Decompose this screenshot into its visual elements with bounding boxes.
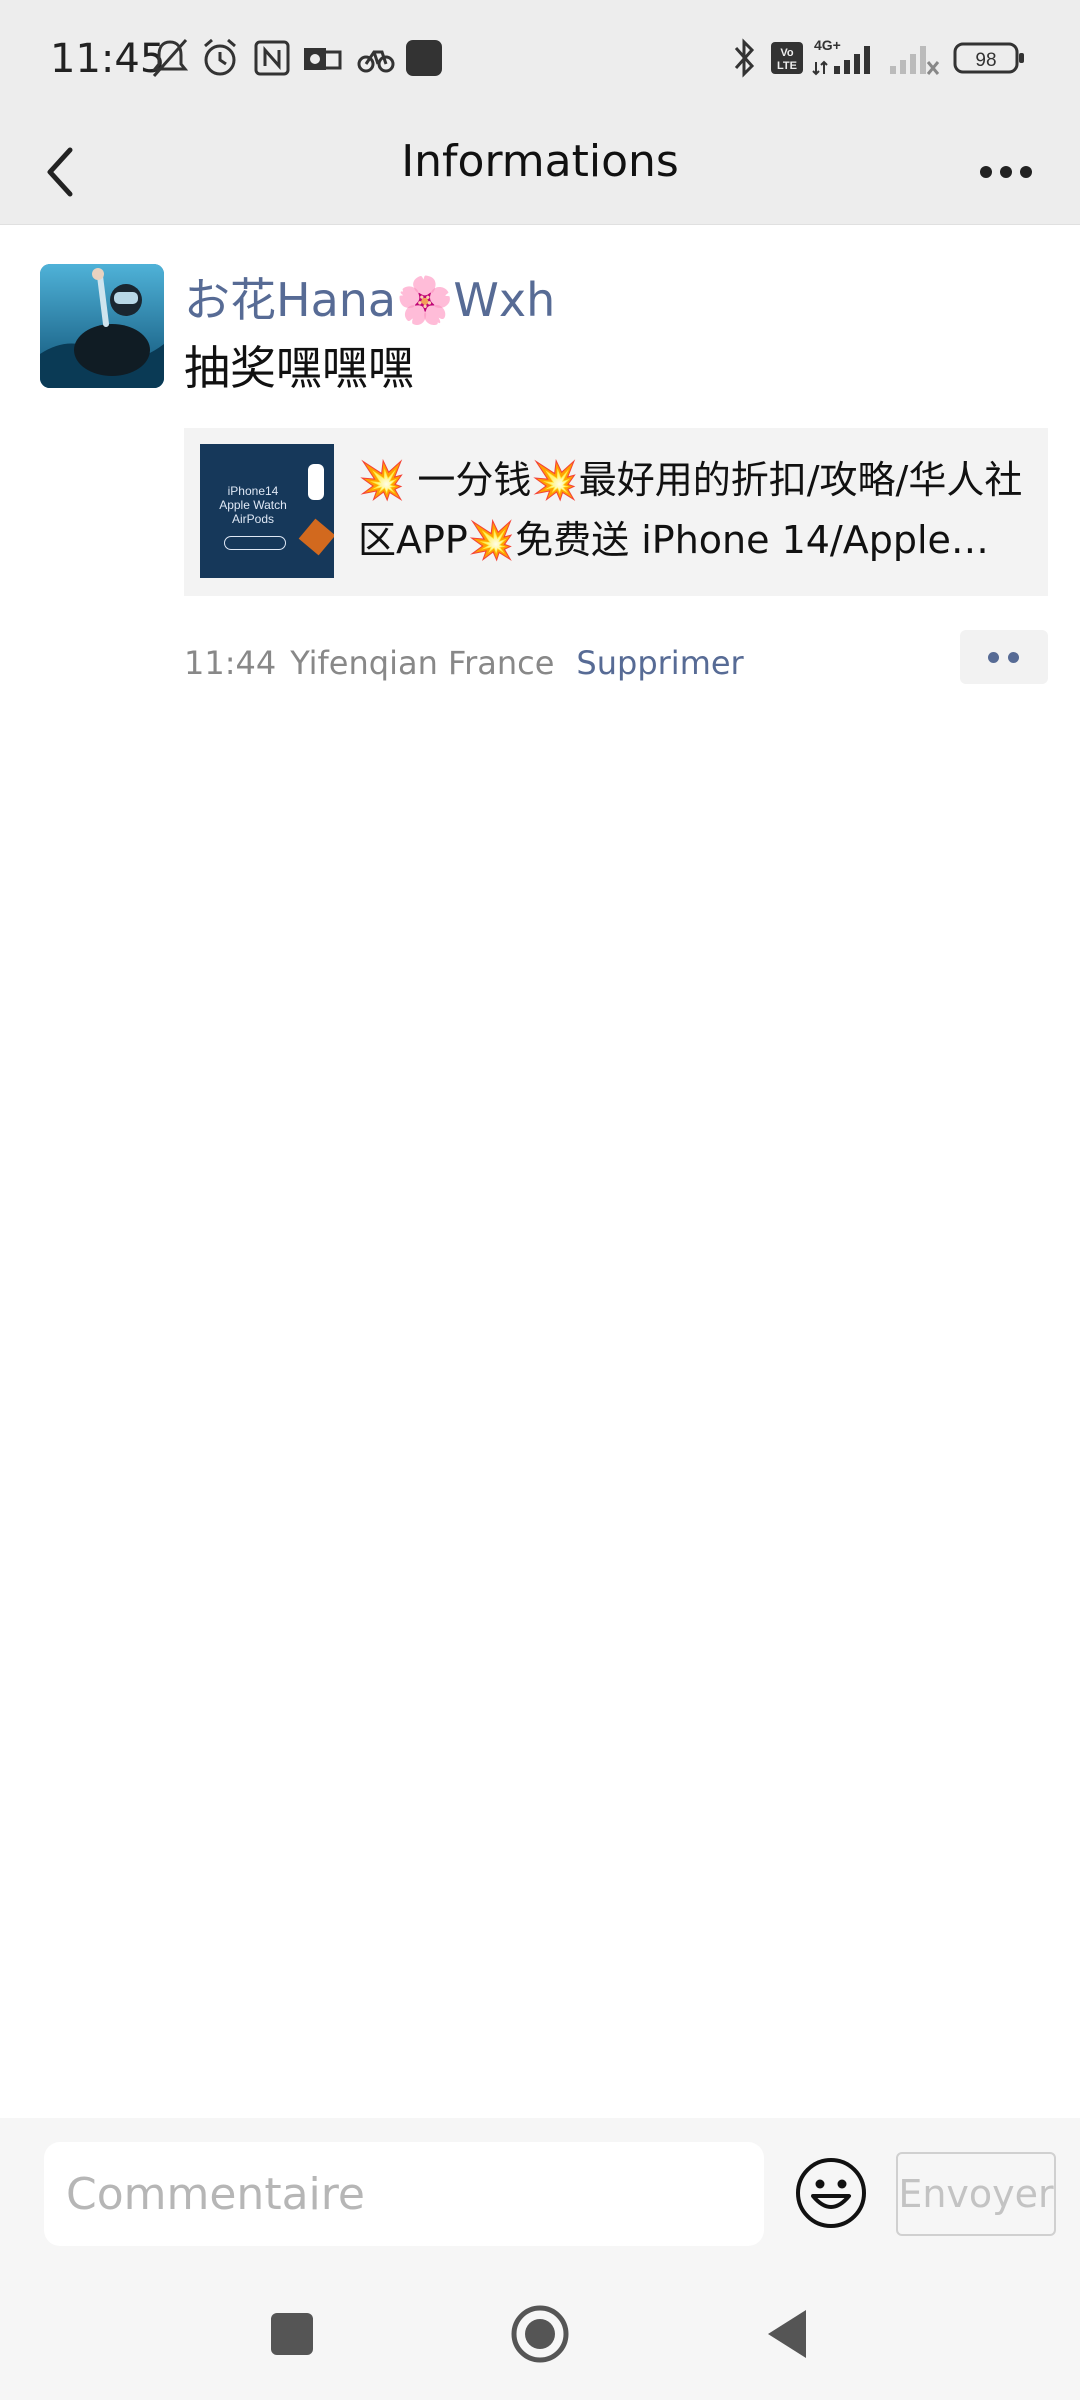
emoji-icon bbox=[796, 2158, 866, 2228]
home-circle-icon bbox=[511, 2305, 569, 2363]
link-card[interactable]: iPhone14 Apple Watch AirPods 💥 一分钱💥最好用的折… bbox=[184, 428, 1048, 596]
delete-button[interactable]: Supprimer bbox=[576, 644, 743, 682]
post-source[interactable]: Yifenqian France bbox=[290, 644, 554, 682]
post-text: 抽奖嘿嘿嘿 bbox=[184, 341, 414, 395]
post-username[interactable]: お花Hana🌸Wxh bbox=[184, 264, 555, 330]
comment-bar: Envoyer bbox=[0, 2118, 1080, 2268]
battery-icon: 98 bbox=[952, 36, 1026, 80]
nav-bar: Informations bbox=[0, 120, 1080, 225]
battery-level: 98 bbox=[975, 50, 996, 71]
signal-off-icon bbox=[888, 36, 944, 80]
square-icon bbox=[271, 2313, 313, 2355]
bike-icon bbox=[356, 36, 396, 80]
outlook-icon bbox=[302, 36, 342, 80]
comment-input[interactable] bbox=[44, 2142, 764, 2246]
avatar[interactable] bbox=[40, 264, 164, 388]
link-thumbnail: iPhone14 Apple Watch AirPods bbox=[200, 444, 334, 578]
more-button[interactable] bbox=[956, 130, 1052, 214]
recents-button[interactable] bbox=[260, 2302, 324, 2366]
triangle-back-icon bbox=[768, 2310, 806, 2358]
svg-text:Vo: Vo bbox=[780, 47, 794, 59]
page-title: Informations bbox=[401, 136, 679, 187]
thumbnail-text: iPhone14 Apple Watch AirPods bbox=[219, 484, 287, 526]
comment-like-button[interactable] bbox=[960, 630, 1048, 684]
volte-icon: Vo LTE bbox=[770, 36, 804, 80]
emoji-button[interactable] bbox=[794, 2156, 868, 2230]
svg-text:LTE: LTE bbox=[777, 60, 797, 72]
mute-icon bbox=[150, 36, 190, 80]
bluetooth-icon bbox=[730, 36, 760, 80]
dot-icon bbox=[1008, 652, 1019, 663]
post-time: 11:44 bbox=[184, 644, 277, 682]
back-nav-button[interactable] bbox=[756, 2302, 820, 2366]
status-bar: 11:45 Vo LTE 4G+ 98 bbox=[0, 0, 1080, 120]
status-time: 11:45 bbox=[50, 36, 166, 82]
dot-icon bbox=[988, 652, 999, 663]
post-meta: 11:44 Yifenqian France Supprimer bbox=[184, 644, 744, 682]
app-icon bbox=[404, 36, 444, 80]
system-nav-bar bbox=[0, 2268, 1080, 2400]
link-title: 💥 一分钱💥最好用的折扣/攻略/华人社区APP💥免费送 iPhone 14/Ap… bbox=[358, 458, 1023, 562]
more-icon bbox=[980, 166, 1032, 178]
svg-text:4G+: 4G+ bbox=[814, 37, 841, 53]
nfc-icon bbox=[252, 36, 292, 80]
send-button[interactable]: Envoyer bbox=[896, 2152, 1056, 2236]
alarm-icon bbox=[200, 36, 240, 80]
signal-icon: 4G+ bbox=[812, 36, 880, 80]
home-button[interactable] bbox=[508, 2302, 572, 2366]
